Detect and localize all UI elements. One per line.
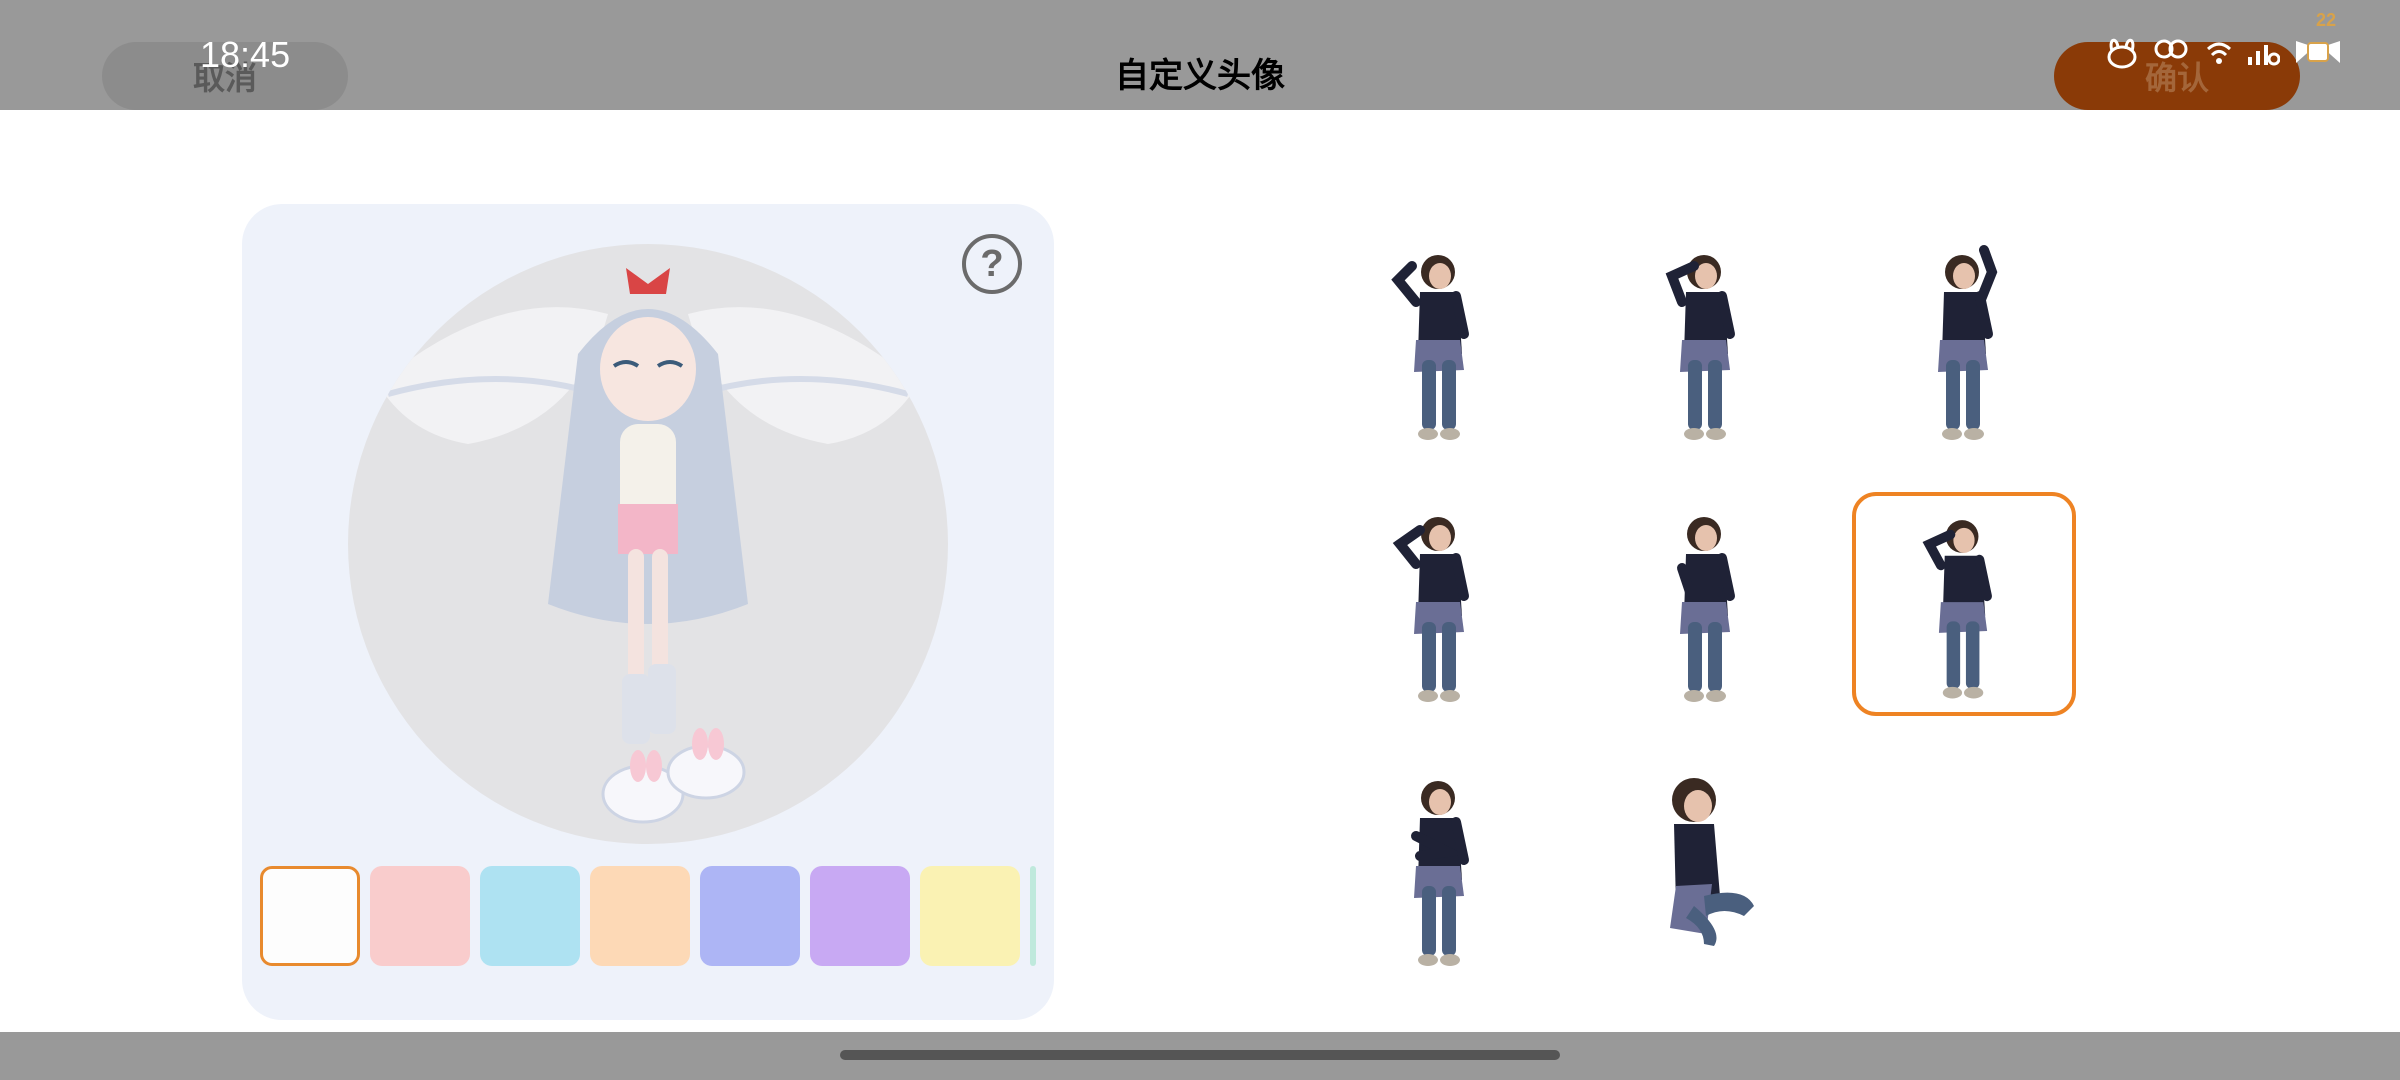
pose-option-glasses-standing[interactable] (1594, 230, 1818, 454)
pose-thumbnail (1670, 778, 1754, 946)
pose-thumbnail (1938, 245, 1998, 440)
color-swatch-lavender[interactable] (810, 866, 910, 966)
pose-option-salute-lean[interactable] (1328, 492, 1552, 716)
pose-thumbnail (1392, 517, 1469, 702)
battery-icon (2296, 41, 2340, 63)
pose-option-hands-front-standing[interactable] (1594, 492, 1818, 716)
color-swatch-pink[interactable] (370, 866, 470, 966)
pose-thumbnail (1411, 781, 1469, 966)
home-indicator[interactable] (840, 1050, 1560, 1060)
color-swatch-periwinkle[interactable] (700, 866, 800, 966)
avatar-preview-panel: ? (242, 204, 1054, 1020)
link-icon (2154, 39, 2188, 59)
pose-thumbnail (1677, 517, 1735, 702)
color-swatch-light-yellow[interactable] (920, 866, 1020, 966)
avatar-customize-screen: 取消 18:45 自定义头像 确认 22 ? (0, 0, 2400, 1080)
battery-level: 22 (2316, 10, 2337, 30)
color-swatch-white[interactable] (260, 866, 360, 966)
signal-icon (2248, 45, 2280, 66)
pose-grid (1328, 230, 2088, 990)
pose-option-sitting[interactable] (1594, 756, 1818, 980)
color-swatch-mint[interactable] (1030, 866, 1036, 966)
status-icons (2104, 32, 2344, 72)
wifi-icon (2206, 42, 2232, 64)
page-title: 自定义头像 (1115, 57, 1285, 95)
color-swatch-peach[interactable] (590, 866, 690, 966)
avatar-preview (348, 244, 948, 844)
help-icon[interactable]: ? (962, 234, 1022, 294)
pose-option-wave-standing[interactable] (1852, 230, 2076, 454)
help-icon-glyph: ? (980, 242, 1004, 285)
pose-thumbnail (1391, 255, 1469, 440)
color-swatch-sky-blue[interactable] (480, 866, 580, 966)
pose-option-salute-standing[interactable] (1328, 230, 1552, 454)
pose-option-arms-crossed[interactable] (1328, 756, 1552, 980)
pose-thumbnail (1922, 520, 1992, 699)
pose-option-salute-side[interactable] (1852, 492, 2076, 716)
background-color-picker (260, 866, 1036, 970)
avatar-figure (378, 268, 918, 824)
bunny-icon (2107, 38, 2137, 69)
pose-thumbnail (1665, 255, 1735, 440)
